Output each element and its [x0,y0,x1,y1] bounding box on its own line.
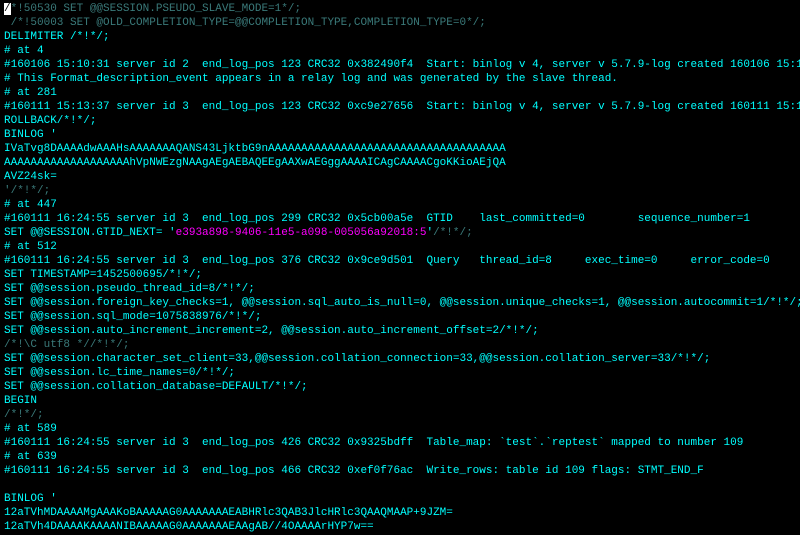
terminal-line: /*!50003 SET @OLD_COMPLETION_TYPE=@@COMP… [4,16,796,30]
terminal-line: '/*!*/; [4,184,796,198]
terminal-line: SET @@session.lc_time_names=0/*!*/; [4,366,796,380]
terminal-line: 12aTVh4DAAAAKAAAANIBAAAAAG0AAAAAAAEAAgAB… [4,520,796,534]
terminal-line: /*!50530 SET @@SESSION.PSEUDO_SLAVE_MODE… [4,2,796,16]
terminal-line: # at 281 [4,86,796,100]
terminal-line: SET @@session.collation_database=DEFAULT… [4,380,796,394]
terminal-line: SET @@session.foreign_key_checks=1, @@se… [4,296,796,310]
terminal-line: SET @@session.pseudo_thread_id=8/*!*/; [4,282,796,296]
terminal-line: BINLOG ' [4,492,796,506]
terminal-output: /*!50530 SET @@SESSION.PSEUDO_SLAVE_MODE… [0,0,800,535]
terminal-line: BEGIN [4,394,796,408]
terminal-line: DELIMITER /*!*/; [4,30,796,44]
terminal-line: #160111 16:24:55 server id 3 end_log_pos… [4,464,796,478]
terminal-line [4,478,796,492]
terminal-line: #160111 16:24:55 server id 3 end_log_pos… [4,212,796,226]
terminal-line: # at 447 [4,198,796,212]
terminal-line: #160106 15:10:31 server id 2 end_log_pos… [4,58,796,72]
terminal-line: #160111 16:24:55 server id 3 end_log_pos… [4,436,796,450]
terminal-line: ROLLBACK/*!*/; [4,114,796,128]
terminal-line: 12aTVhMDAAAAMgAAAKoBAAAAAG0AAAAAAAEABHRl… [4,506,796,520]
cursor: / [4,3,11,15]
terminal-line: #160111 16:24:55 server id 3 end_log_pos… [4,254,796,268]
terminal-line: # This Format_description_event appears … [4,72,796,86]
terminal-line: # at 589 [4,422,796,436]
terminal-line: # at 639 [4,450,796,464]
terminal-line: # at 512 [4,240,796,254]
terminal-line: BINLOG ' [4,128,796,142]
terminal-line: SET TIMESTAMP=1452500695/*!*/; [4,268,796,282]
terminal-line: AAAAAAAAAAAAAAAAAAAhVpNWEzgNAAgAEgAEBAQE… [4,156,796,170]
terminal-line: SET @@session.sql_mode=1075838976/*!*/; [4,310,796,324]
terminal-line: /*!*/; [4,408,796,422]
terminal-line: SET @@SESSION.GTID_NEXT= 'e393a898-9406-… [4,226,796,240]
terminal-line: SET @@session.character_set_client=33,@@… [4,352,796,366]
terminal-line: SET @@session.auto_increment_increment=2… [4,324,796,338]
terminal-line: #160111 15:13:37 server id 3 end_log_pos… [4,100,796,114]
terminal-line: # at 4 [4,44,796,58]
terminal-line: IVaTvg8DAAAAdwAAAHsAAAAAAAQANS43LjktbG9n… [4,142,796,156]
terminal-line: AVZ24sk= [4,170,796,184]
terminal-line: /*!\C utf8 *//*!*/; [4,338,796,352]
